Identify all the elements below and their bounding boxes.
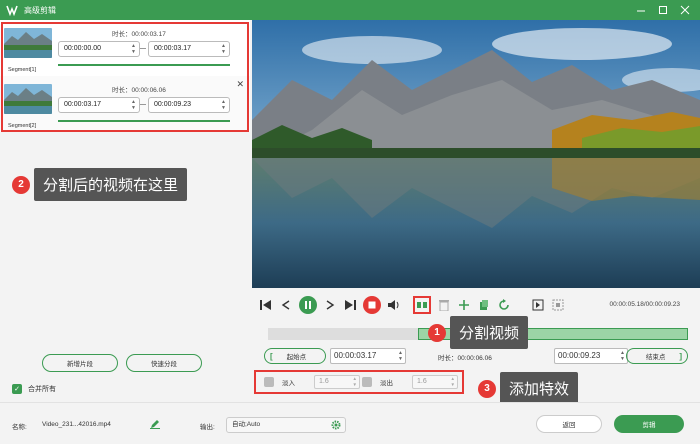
set-start-button[interactable]: [起始点: [264, 348, 326, 364]
set-end-button[interactable]: 结束点]: [626, 348, 688, 364]
file-name: Video_231...42016.mp4: [42, 421, 111, 428]
bottom-bar: 名称: Video_231...42016.mp4 输出: 自动;Auto 返回…: [0, 402, 700, 444]
callout-number: 1: [428, 323, 446, 342]
trim-duration: 时长：00:00:06.06: [438, 355, 492, 362]
callout-text: 添加特效: [500, 372, 579, 405]
output-label: 输出:: [200, 424, 215, 431]
playback-time: 00:00:05.18/00:00:09.23: [609, 301, 680, 308]
trim-row: [起始点 00:00:03.17 ▲ ▼ 时长：00:00:06.06 00:00…: [264, 348, 688, 364]
volume-icon[interactable]: [386, 296, 402, 314]
reset-icon[interactable]: [496, 296, 512, 314]
merge-all-label: 合并所有: [28, 386, 56, 393]
start-time-input[interactable]: 00:00:03.17 ▲ ▼: [330, 348, 406, 364]
app-logo-icon: [5, 3, 19, 17]
pause-button[interactable]: [298, 296, 318, 314]
callout-text: 分割视频: [450, 316, 529, 349]
rename-icon[interactable]: [150, 419, 160, 431]
set-end-point-icon[interactable]: [550, 296, 566, 314]
merge-all-checkbox[interactable]: ✓ 合并所有: [12, 384, 56, 394]
end-time-input[interactable]: 00:00:09.23 ▲ ▼: [554, 348, 628, 364]
video-preview[interactable]: [252, 20, 700, 288]
set-start-point-icon[interactable]: [530, 296, 546, 314]
cut-button[interactable]: 剪辑: [614, 415, 684, 433]
skip-to-end-icon[interactable]: [342, 296, 358, 314]
new-segment-button[interactable]: 新增片段: [42, 354, 118, 372]
window-title: 高级剪辑: [24, 5, 56, 15]
callout-number: 3: [478, 379, 496, 398]
add-icon[interactable]: [456, 296, 472, 314]
maximize-icon[interactable]: [652, 0, 674, 20]
name-label: 名称:: [12, 424, 27, 431]
delete-icon[interactable]: [436, 296, 452, 314]
quick-split-button[interactable]: 快速分段: [126, 354, 202, 372]
close-icon[interactable]: [674, 0, 696, 20]
landscape-image: [252, 20, 700, 288]
callout-segments: 2 分割后的视频在这里: [12, 168, 188, 201]
effects-highlight: [254, 370, 464, 394]
playback-toolbar: [258, 296, 570, 314]
copy-icon[interactable]: [476, 296, 492, 314]
callout-split: 1 分割视频: [428, 316, 529, 349]
window-controls: [630, 0, 696, 20]
callout-number: 2: [12, 175, 30, 194]
gear-icon[interactable]: [331, 420, 341, 436]
segment-list-highlight: [1, 22, 249, 132]
stop-button[interactable]: [362, 296, 382, 314]
title-bar: 高级剪辑: [0, 0, 700, 20]
stepper-icon[interactable]: ▲ ▼: [398, 350, 403, 362]
previous-frame-icon[interactable]: [278, 296, 294, 314]
output-select[interactable]: 自动;Auto: [226, 417, 346, 433]
stepper-icon[interactable]: ▲ ▼: [620, 350, 625, 362]
minimize-icon[interactable]: [630, 0, 652, 20]
back-button[interactable]: 返回: [536, 415, 602, 433]
skip-to-start-icon[interactable]: [258, 296, 274, 314]
split-icon[interactable]: [412, 296, 432, 314]
callout-text: 分割后的视频在这里: [34, 168, 188, 201]
next-frame-icon[interactable]: [322, 296, 338, 314]
callout-effects: 3 添加特效: [478, 372, 579, 405]
checkmark-icon: ✓: [12, 384, 22, 394]
